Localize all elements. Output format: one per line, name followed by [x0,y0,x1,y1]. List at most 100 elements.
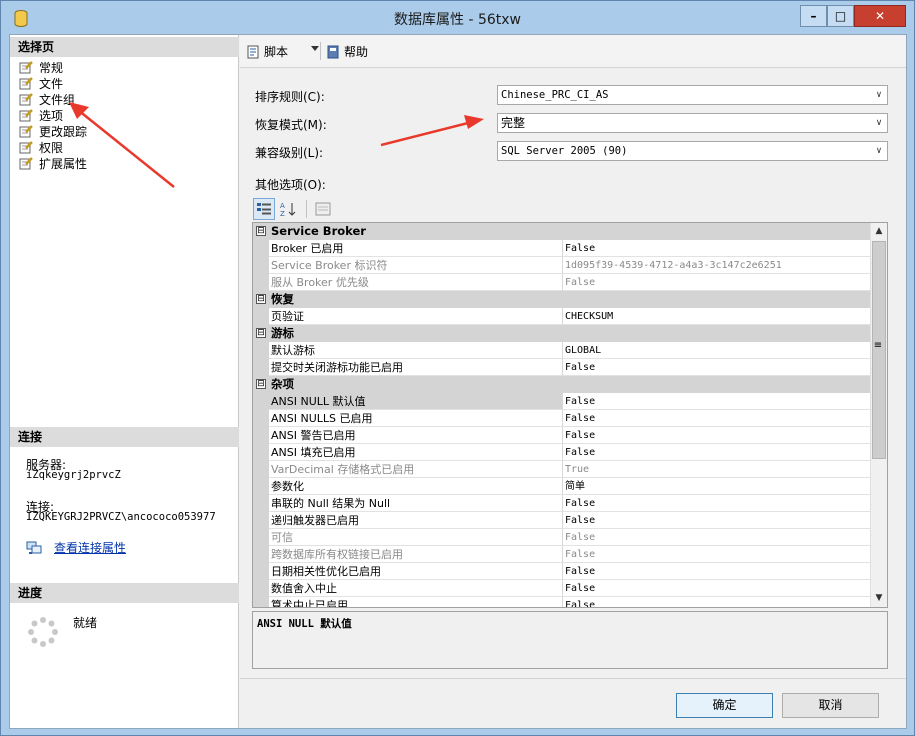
grid-property-value[interactable]: 简单 [563,478,870,495]
grid-row[interactable]: 参数化 简单 [253,478,870,495]
grid-property-value[interactable]: False [563,495,870,512]
script-dropdown-arrow-icon[interactable] [311,46,319,51]
categorized-view-icon[interactable] [253,198,275,220]
grid-row-gutter [253,274,269,291]
grid-row[interactable]: 跨数据库所有权链接已启用 False [253,546,870,563]
grid-property-name: ANSI 警告已启用 [269,427,563,444]
property-grid-toolbar: AZ [253,197,336,221]
vertical-scrollbar[interactable]: ▲ ≡ ▼ [870,223,887,607]
grid-row[interactable]: Service Broker 标识符 1d095f39-4539-4712-a4a… [253,257,870,274]
connection-properties-icon [26,541,42,554]
maximize-button[interactable]: □ [827,5,854,27]
grid-property-value[interactable]: False [563,563,870,580]
alphabetical-sort-icon[interactable]: AZ [277,198,299,220]
grid-row[interactable]: 日期相关性优化已启用 False [253,563,870,580]
nav-item-label: 常规 [39,60,64,75]
script-button[interactable]: 脚本 [246,43,288,60]
page-wrench-icon [19,60,33,73]
grid-property-name: 算术中止已启用 [269,597,563,607]
recovery-model-value: 完整 [501,116,526,130]
nav-item-4[interactable]: 更改跟踪 [19,123,87,139]
nav-item-0[interactable]: 常规 [19,59,63,75]
grid-property-value[interactable]: GLOBAL [563,342,870,359]
view-connection-properties-label: 查看连接属性 [54,541,127,555]
grid-row[interactable]: 可信 False [253,529,870,546]
scroll-down-icon[interactable]: ▼ [871,590,887,607]
grid-property-value[interactable]: False [563,410,870,427]
grid-row[interactable]: 页验证 CHECKSUM [253,308,870,325]
nav-item-6[interactable]: 扩展属性 [19,155,87,171]
nav-item-2[interactable]: 文件组 [19,91,75,107]
cancel-button[interactable]: 取消 [782,693,879,718]
grid-property-value[interactable]: False [563,580,870,597]
grid-row-gutter [253,495,269,512]
grid-row-gutter [253,427,269,444]
property-pages-icon[interactable] [312,198,334,220]
grid-row[interactable]: ANSI NULL 默认值 False [253,393,870,410]
grid-row-gutter [253,597,269,607]
grid-row[interactable]: 提交时关闭游标功能已启用 False [253,359,870,376]
collation-select[interactable]: Chinese_PRC_CI_AS ∨ [497,85,888,105]
chevron-down-icon[interactable]: ∨ [871,86,887,104]
grid-property-name: 日期相关性优化已启用 [269,563,563,580]
grid-row-gutter [253,444,269,461]
property-grid[interactable]: ⊟ Service Broker Broker 已启用 False Service Br… [252,222,888,608]
compatibility-level-label: 兼容级别(L): [255,146,324,160]
title-bar[interactable]: 数据库属性 - 56txw – □ ✕ [1,1,914,35]
database-properties-window: 数据库属性 - 56txw – □ ✕ 选择页 常规 文件 文件组 选项 更改跟踪 权限扩… [0,0,915,736]
connection-header: 连接 [10,427,239,447]
close-button[interactable]: ✕ [854,5,906,27]
collapse-icon[interactable]: ⊟ [256,294,266,304]
scroll-up-icon[interactable]: ▲ [871,223,887,240]
nav-item-3[interactable]: 选项 [19,107,63,123]
nav-item-5[interactable]: 权限 [19,139,63,155]
grid-row[interactable]: 算术中止已启用 False [253,597,870,607]
grid-property-value[interactable]: False [563,444,870,461]
chevron-down-icon[interactable]: ∨ [871,142,887,160]
collapse-icon[interactable]: ⊟ [256,379,266,389]
grid-row[interactable]: VarDecimal 存储格式已启用 True [253,461,870,478]
grid-property-value[interactable]: False [563,359,870,376]
page-wrench-icon [19,140,33,153]
nav-item-label: 选项 [39,108,64,123]
collapse-icon[interactable]: ⊟ [256,328,266,338]
view-connection-properties-link[interactable]: 查看连接属性 [26,539,126,556]
page-wrench-icon [19,92,33,105]
grid-property-value[interactable]: False [563,393,870,410]
grid-row[interactable]: Broker 已启用 False [253,240,870,257]
grid-category[interactable]: ⊟ 恢复 [253,291,870,308]
grid-property-value[interactable]: False [563,427,870,444]
grid-row[interactable]: ANSI 填充已启用 False [253,444,870,461]
grid-row[interactable]: ANSI NULLS 已启用 False [253,410,870,427]
grid-row[interactable]: 串联的 Null 结果为 Null False [253,495,870,512]
compatibility-level-select[interactable]: SQL Server 2005 (90) ∨ [497,141,888,161]
grid-toolbar-divider [306,200,307,218]
grid-property-name: Broker 已启用 [269,240,563,257]
grid-property-value: False [563,546,870,563]
grid-category[interactable]: ⊟ 游标 [253,325,870,342]
chevron-down-icon[interactable]: ∨ [871,114,887,132]
grid-row[interactable]: 数值舍入中止 False [253,580,870,597]
ok-button[interactable]: 确定 [676,693,773,718]
grid-category[interactable]: ⊟ 杂项 [253,376,870,393]
minimize-button[interactable]: – [800,5,827,27]
nav-item-1[interactable]: 文件 [19,75,63,91]
grid-row-gutter [253,257,269,274]
grid-row[interactable]: 默认游标 GLOBAL [253,342,870,359]
grid-property-value[interactable]: False [563,597,870,607]
collapse-icon[interactable]: ⊟ [256,226,266,236]
grid-category[interactable]: ⊟ Service Broker [253,223,870,240]
grid-property-value[interactable]: False [563,512,870,529]
grid-property-value[interactable]: CHECKSUM [563,308,870,325]
grid-row-gutter [253,461,269,478]
toolbar: 脚本 帮助 [240,35,906,68]
grid-property-value[interactable]: False [563,240,870,257]
grid-property-value: 1d095f39-4539-4712-a4a3-3c147c2e6251 [563,257,870,274]
recovery-model-select[interactable]: 完整 ∨ [497,113,888,133]
grid-property-name: 默认游标 [269,342,563,359]
help-button[interactable]: 帮助 [326,43,368,60]
grid-row[interactable]: 递归触发器已启用 False [253,512,870,529]
grid-row[interactable]: 服从 Broker 优先级 False [253,274,870,291]
grid-property-name: 服从 Broker 优先级 [269,274,563,291]
grid-row[interactable]: ANSI 警告已启用 False [253,427,870,444]
